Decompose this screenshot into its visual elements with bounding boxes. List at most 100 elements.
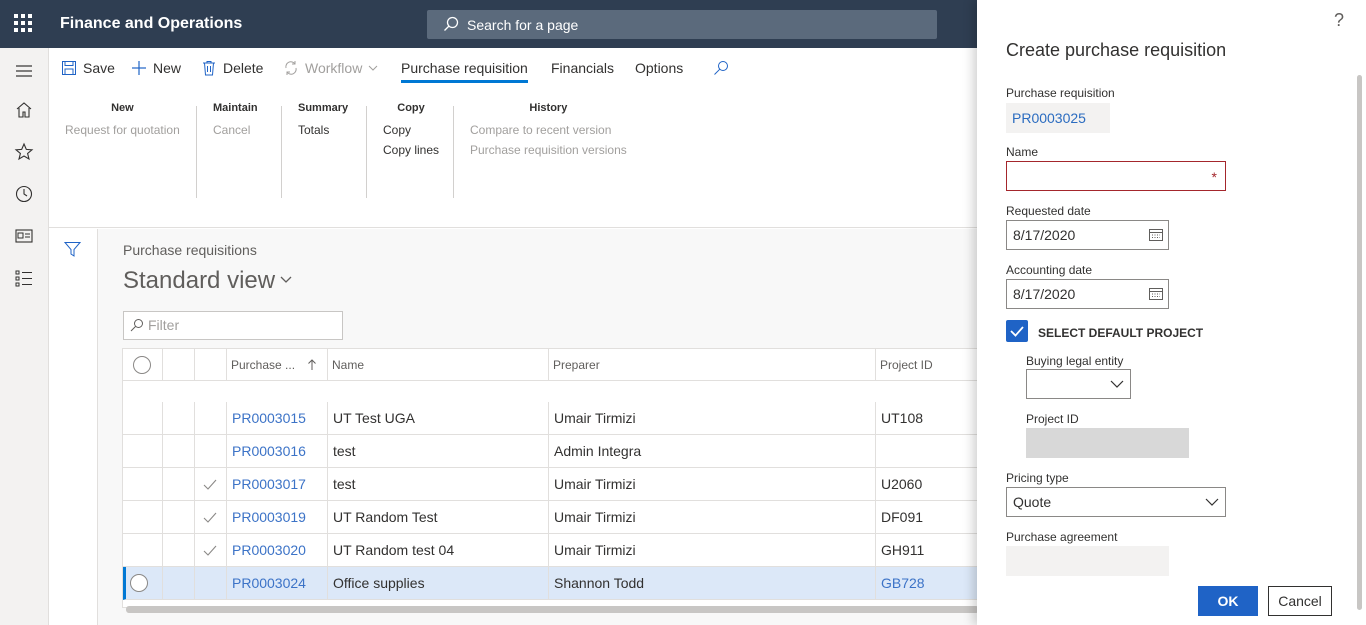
compare-recent-version-button[interactable]: Compare to recent version (470, 123, 627, 137)
cell-preparer: Umair Tirmizi (549, 534, 876, 567)
pricing-type-value: Quote (1013, 494, 1052, 510)
pr-number-value: PR0003025 (1006, 103, 1110, 133)
ribbon-panel: New Request for quotation Maintain Cance… (49, 88, 979, 228)
column-header-purchase-requisition[interactable]: Purchase ... (227, 349, 328, 381)
row-spacer-cell (163, 435, 195, 468)
app-launcher-icon[interactable] (14, 14, 34, 34)
cell-requisition-id[interactable]: PR0003016 (227, 435, 328, 468)
select-default-project-checkbox[interactable] (1006, 320, 1028, 342)
cell-requisition-id[interactable]: PR0003015 (227, 402, 328, 435)
home-icon[interactable] (14, 100, 34, 120)
table-row[interactable]: PR0003017 test Umair Tirmizi U2060 (123, 468, 980, 501)
accounting-date-field[interactable]: 8/17/2020 (1006, 279, 1169, 309)
select-all-cell[interactable] (123, 349, 163, 381)
pr-label: Purchase requisition (1006, 86, 1115, 100)
vertical-scrollbar[interactable] (1357, 75, 1362, 610)
table-row[interactable]: PR0003020 UT Random test 04 Umair Tirmizi G… (123, 534, 980, 567)
workspaces-icon[interactable] (14, 226, 34, 246)
table-row[interactable]: PR0003024 Office supplies Shannon Todd GB72… (123, 567, 980, 600)
request-for-quotation-button[interactable]: Request for quotation (65, 123, 180, 137)
totals-button[interactable]: Totals (298, 123, 348, 137)
group-header-history: History (529, 102, 568, 114)
requisition-versions-button[interactable]: Purchase requisition versions (470, 143, 627, 157)
divider (196, 106, 197, 198)
new-button[interactable]: New (131, 60, 181, 76)
workflow-button[interactable]: Workflow (283, 60, 378, 76)
pricing-type-dropdown[interactable]: Quote (1006, 487, 1226, 517)
help-icon[interactable]: ? (1334, 10, 1344, 31)
select-all-radio[interactable] (133, 356, 151, 374)
cell-requisition-id[interactable]: PR0003019 (227, 501, 328, 534)
calendar-icon[interactable] (1148, 286, 1164, 302)
hamburger-menu-icon[interactable] (14, 61, 34, 81)
sort-ascending-icon (308, 359, 316, 370)
row-spacer-cell (163, 402, 195, 435)
row-spacer-cell (163, 534, 195, 567)
filter-input-box[interactable] (123, 311, 343, 340)
calendar-icon[interactable] (1148, 227, 1164, 243)
tab-financials[interactable]: Financials (551, 60, 614, 76)
accounting-date-value: 8/17/2020 (1013, 286, 1076, 302)
cancel-button[interactable]: Cancel (1268, 586, 1332, 616)
horizontal-scrollbar[interactable] (126, 606, 979, 613)
delete-button[interactable]: Delete (201, 60, 263, 76)
group-maintain: Maintain Cancel (213, 102, 258, 137)
dialog-title: Create purchase requisition (1006, 40, 1227, 60)
checkmark-icon (1010, 326, 1024, 337)
favorites-star-icon[interactable] (14, 142, 34, 162)
copy-button[interactable]: Copy (383, 123, 439, 137)
row-select-cell (123, 468, 163, 501)
buying-entity-dropdown[interactable] (1026, 369, 1131, 399)
column-header-name[interactable]: Name (328, 349, 549, 381)
table-row[interactable]: PR0003019 UT Random Test Umair Tirmizi DF09… (123, 501, 980, 534)
tab-purchase-requisition[interactable]: Purchase requisition (401, 60, 528, 83)
action-pane: Save New Delete Workflow Purchase requis… (49, 48, 979, 88)
divider (453, 106, 454, 198)
cell-name: test (328, 435, 549, 468)
table-row[interactable]: PR0003015 UT Test UGA Umair Tirmizi UT108 (123, 402, 980, 435)
ok-button[interactable]: OK (1198, 586, 1258, 616)
header-spacer (163, 349, 195, 381)
page-search-box[interactable]: Search for a page (427, 10, 937, 39)
cancel-requisition-button[interactable]: Cancel (213, 123, 258, 137)
row-check-cell (195, 534, 227, 567)
row-select-radio[interactable] (130, 574, 148, 592)
group-summary: Summary Totals (298, 102, 348, 137)
cell-project-id: GH911 (881, 542, 925, 558)
column-header-project-id[interactable]: Project ID (876, 349, 980, 381)
modules-list-icon[interactable] (14, 268, 34, 288)
filter-pane (49, 229, 98, 625)
project-id-field (1026, 428, 1189, 458)
copy-lines-button[interactable]: Copy lines (383, 143, 439, 157)
cell-project-id[interactable]: GB728 (876, 567, 980, 600)
cell-requisition-id[interactable]: PR0003020 (227, 534, 328, 567)
row-select-cell (123, 501, 163, 534)
check-mark-icon (203, 545, 217, 556)
recent-clock-icon[interactable] (14, 184, 34, 204)
search-actions-icon[interactable] (713, 60, 729, 76)
chevron-down-icon[interactable] (280, 275, 292, 285)
cell-name: Office supplies (328, 567, 549, 600)
cell-name: UT Random test 04 (328, 534, 549, 567)
tab-options[interactable]: Options (635, 60, 683, 76)
column-header-preparer[interactable]: Preparer (549, 349, 876, 381)
search-icon (130, 319, 143, 332)
search-icon (444, 16, 459, 31)
view-selector[interactable]: Standard view (123, 267, 275, 295)
row-check-cell (195, 567, 227, 600)
filter-funnel-icon[interactable] (64, 241, 81, 258)
cell-requisition-id[interactable]: PR0003024 (227, 567, 328, 600)
workflow-icon (285, 61, 297, 75)
divider (281, 106, 282, 198)
app-title[interactable]: Finance and Operations (60, 15, 242, 33)
cell-preparer: Umair Tirmizi (549, 402, 876, 435)
requested-date-field[interactable]: 8/17/2020 (1006, 220, 1169, 250)
row-select-cell (123, 534, 163, 567)
cell-requisition-id[interactable]: PR0003017 (227, 468, 328, 501)
check-mark-icon (203, 512, 217, 523)
name-field[interactable]: * (1006, 161, 1226, 191)
filter-input[interactable] (148, 317, 338, 333)
save-button[interactable]: Save (61, 60, 115, 76)
table-row[interactable]: PR0003016 test Admin Integra (123, 435, 980, 468)
trash-icon (203, 61, 215, 76)
